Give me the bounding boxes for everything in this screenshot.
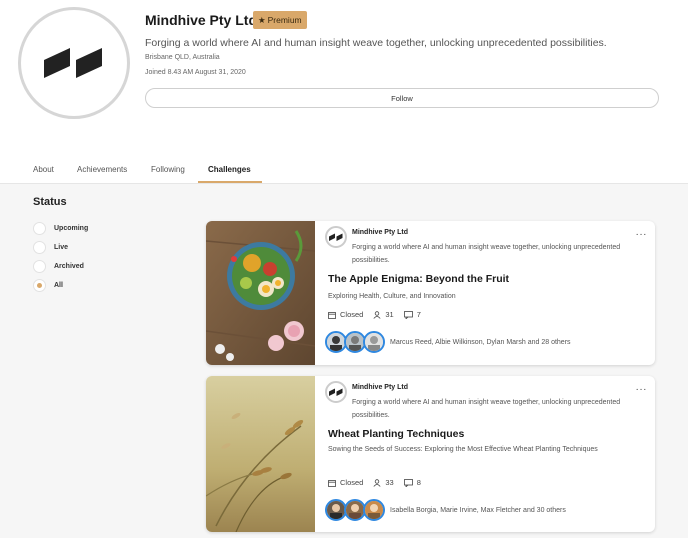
challenge-card[interactable]: Mindhive Pty Ltd Forging a world where A…: [206, 221, 655, 365]
challenge-title[interactable]: The Apple Enigma: Beyond the Fruit: [328, 273, 509, 285]
status-option-live[interactable]: Live: [33, 240, 68, 254]
comment-count: 8: [416, 478, 421, 487]
card-org-tagline: Forging a world where AI and human insig…: [352, 244, 621, 264]
status-filter-title: Status: [33, 196, 67, 208]
mindhive-logo-icon: [44, 48, 102, 78]
participant-avatars[interactable]: [325, 331, 385, 353]
tab-achievements[interactable]: Achievements: [77, 165, 127, 174]
org-tagline: Forging a world where AI and human insig…: [145, 37, 607, 49]
status-option-upcoming[interactable]: Upcoming: [33, 221, 88, 235]
challenge-meta: Closed 31 7: [328, 310, 431, 319]
comments-meta: 8: [403, 478, 421, 487]
org-avatar[interactable]: [325, 226, 347, 248]
tab-following[interactable]: Following: [151, 165, 185, 174]
card-org-name[interactable]: Mindhive Pty Ltd: [352, 229, 408, 236]
challenge-image-salad[interactable]: [206, 221, 315, 365]
members-meta: 31: [373, 310, 394, 319]
org-location: Brisbane QLD, Australia: [145, 54, 220, 61]
status-option-label: Live: [54, 243, 69, 251]
comments-meta: 7: [403, 310, 421, 319]
org-joined-date: Joined 8.43 AM August 31, 2020: [145, 69, 246, 76]
participant-names: Marcus Reed, Albie Wilkinson, Dylan Mars…: [390, 339, 571, 346]
more-options-icon[interactable]: ···: [636, 384, 648, 395]
comment-count: 7: [416, 310, 421, 319]
status-option-archived[interactable]: Archived: [33, 259, 84, 273]
comment-icon: [403, 310, 413, 319]
challenge-card-body: Mindhive Pty Ltd Forging a world where A…: [315, 376, 655, 532]
radio-button[interactable]: [33, 240, 46, 254]
avatar[interactable]: [363, 331, 385, 353]
org-name: Mindhive Pty Ltd: [145, 12, 257, 28]
status-option-label: All: [54, 281, 63, 289]
participant-avatars[interactable]: [325, 499, 385, 521]
challenge-card-body: Mindhive Pty Ltd Forging a world where A…: [315, 221, 655, 365]
status-option-label: Upcoming: [54, 224, 89, 232]
premium-badge: ★ Premium: [253, 11, 307, 29]
radio-button[interactable]: [33, 221, 46, 235]
status-meta: Closed: [328, 310, 363, 319]
challenge-status: Closed: [340, 478, 364, 487]
radio-button-selected[interactable]: [33, 278, 46, 292]
comment-icon: [403, 478, 413, 487]
profile-header: Mindhive Pty Ltd ★ Premium Forging a wor…: [0, 0, 688, 156]
radio-button[interactable]: [33, 259, 46, 273]
challenge-subtitle: Exploring Health, Culture, and Innovatio…: [328, 293, 456, 300]
active-tab-indicator: [198, 181, 262, 183]
member-count: 31: [385, 310, 394, 319]
challenge-title[interactable]: Wheat Planting Techniques: [328, 428, 464, 440]
member-count: 33: [385, 478, 394, 487]
calendar-icon: [328, 479, 336, 487]
calendar-icon: [328, 311, 336, 319]
mindhive-logo-icon: [329, 233, 343, 241]
members-meta: 33: [373, 478, 394, 487]
profile-tabs: About Achievements Following Challenges: [0, 156, 688, 184]
status-meta: Closed: [328, 478, 363, 487]
status-option-label: Archived: [54, 262, 84, 270]
challenges-panel: Status Upcoming Live Archived All Mindhi…: [0, 184, 688, 538]
challenge-subtitle: Sowing the Seeds of Success: Exploring t…: [328, 446, 598, 453]
avatar[interactable]: [363, 499, 385, 521]
org-logo: [18, 7, 130, 119]
challenge-card[interactable]: Mindhive Pty Ltd Forging a world where A…: [206, 376, 655, 532]
challenge-image-wheat[interactable]: [206, 376, 315, 532]
tab-challenges[interactable]: Challenges: [208, 165, 251, 174]
premium-badge-label: Premium: [267, 15, 302, 25]
challenge-meta: Closed 33 8: [328, 478, 431, 487]
radio-selected-dot: [37, 282, 42, 288]
card-org-name[interactable]: Mindhive Pty Ltd: [352, 384, 408, 391]
card-org-tagline: Forging a world where AI and human insig…: [352, 399, 621, 419]
org-avatar[interactable]: [325, 381, 347, 403]
mindhive-logo-icon: [329, 388, 343, 396]
more-options-icon[interactable]: ···: [636, 229, 648, 240]
person-icon: [373, 478, 381, 487]
person-icon: [373, 310, 381, 319]
participant-names: Isabella Borgia, Marie Irvine, Max Fletc…: [390, 507, 566, 514]
tab-about[interactable]: About: [33, 165, 54, 174]
status-option-all[interactable]: All: [33, 278, 63, 292]
challenge-status: Closed: [340, 310, 364, 319]
star-icon: ★: [258, 14, 266, 25]
follow-button[interactable]: Follow: [145, 88, 659, 108]
